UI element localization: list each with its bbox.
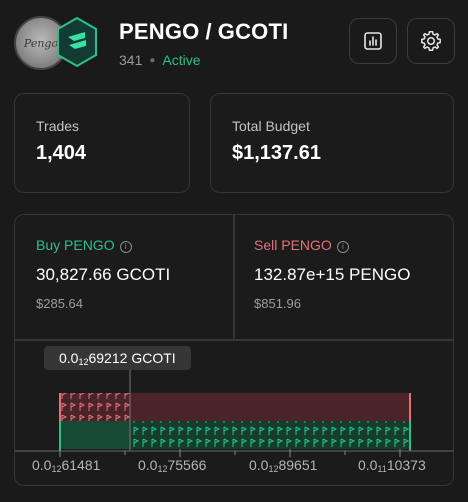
liquidity-panel: Buy PENGO i 30,827.66 GCOTI $285.64 Sell … — [14, 214, 454, 486]
x-tick-label: 0.01261481 — [32, 457, 101, 474]
sell-usd-value: $851.96 — [254, 296, 301, 311]
settings-button[interactable] — [407, 18, 455, 64]
bar-chart-icon — [364, 32, 382, 50]
sell-zone — [130, 393, 410, 421]
bot-status-line: 341 ● Active — [119, 52, 201, 68]
pair-title: PENGO / GCOTI — [119, 19, 289, 44]
trades-card: Trades 1,404 — [14, 93, 190, 193]
trades-value: 1,404 — [36, 142, 87, 164]
header: Pengo PENGO / GCOTI 341 ● Active — [0, 0, 468, 84]
gcoti-token-logo — [57, 16, 97, 68]
info-icon[interactable]: i — [336, 241, 349, 253]
x-tick-label: 0.01110373 — [358, 457, 426, 474]
separator-dot: ● — [149, 55, 156, 66]
x-axis-ticks — [59, 449, 401, 457]
x-tick-label: 0.01275566 — [138, 457, 207, 474]
buy-usd-value: $285.64 — [36, 296, 83, 311]
current-price-tooltip: 0.01269212 GCOTI — [44, 346, 191, 370]
analytics-button[interactable] — [349, 18, 397, 64]
sell-amount: 132.87e+15 PENGO — [254, 265, 411, 284]
trades-label: Trades — [36, 118, 80, 134]
status-badge: Active — [162, 52, 201, 68]
buy-amount: 30,827.66 GCOTI — [36, 265, 171, 284]
column-divider — [233, 215, 235, 339]
total-budget-label: Total Budget — [232, 118, 310, 134]
sell-zone-hatched — [60, 393, 130, 421]
bot-id: 341 — [119, 52, 143, 68]
total-budget-value: $1,137.61 — [232, 142, 321, 164]
buy-zone — [60, 421, 130, 449]
total-budget-card: Total Budget $1,137.61 — [210, 93, 454, 193]
buy-title: Buy PENGO i — [36, 237, 132, 254]
buy-zone-hatched — [130, 421, 410, 449]
x-tick-label: 0.01289651 — [249, 457, 318, 474]
sell-title: Sell PENGO i — [254, 237, 349, 254]
price-range-chart[interactable]: 0.01269212 GCOTI 0.01261481 0.01275566 0… — [15, 341, 453, 485]
info-icon[interactable]: i — [119, 241, 132, 253]
gear-icon — [421, 31, 441, 51]
